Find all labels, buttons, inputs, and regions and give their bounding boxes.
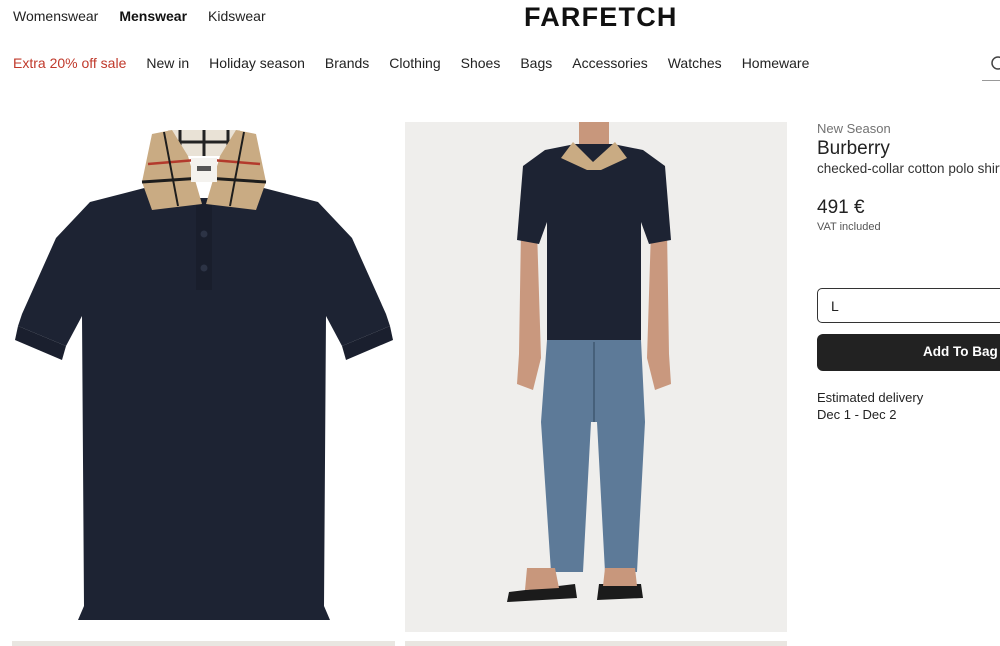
add-to-bag-button[interactable]: Add To Bag bbox=[817, 334, 1000, 371]
department-links: Womenswear Menswear Kidswear bbox=[13, 8, 266, 24]
product-price: 491 € bbox=[817, 197, 865, 218]
dept-menswear[interactable]: Menswear bbox=[119, 8, 187, 24]
product-image-front[interactable] bbox=[12, 120, 395, 632]
nav-homeware[interactable]: Homeware bbox=[742, 55, 810, 71]
nav-watches[interactable]: Watches bbox=[668, 55, 722, 71]
dept-womenswear[interactable]: Womenswear bbox=[13, 8, 98, 24]
season-label: New Season bbox=[817, 121, 891, 136]
nav-bags[interactable]: Bags bbox=[520, 55, 552, 71]
brand-name[interactable]: Burberry bbox=[817, 138, 890, 160]
nav-new-in[interactable]: New in bbox=[146, 55, 189, 71]
nav-shoes[interactable]: Shoes bbox=[461, 55, 501, 71]
search-icon[interactable] bbox=[990, 55, 1000, 73]
farfetch-logo[interactable]: FARFETCH bbox=[524, 2, 678, 33]
nav-accessories[interactable]: Accessories bbox=[572, 55, 647, 71]
product-image-model[interactable] bbox=[405, 122, 787, 632]
delivery-dates: Dec 1 - Dec 2 bbox=[817, 407, 897, 422]
product-image-thumb-3[interactable] bbox=[12, 641, 395, 646]
nav-holiday-season[interactable]: Holiday season bbox=[209, 55, 305, 71]
vat-note: VAT included bbox=[817, 221, 881, 233]
product-name: checked-collar cotton polo shirt bbox=[817, 161, 1000, 176]
size-select[interactable]: L bbox=[817, 288, 1000, 323]
delivery-label: Estimated delivery bbox=[817, 390, 924, 405]
nav-clothing[interactable]: Clothing bbox=[389, 55, 440, 71]
nav-brands[interactable]: Brands bbox=[325, 55, 369, 71]
size-value: L bbox=[831, 298, 839, 314]
add-to-bag-label: Add To Bag bbox=[923, 344, 998, 359]
search-underline bbox=[982, 80, 1000, 81]
dept-kidswear[interactable]: Kidswear bbox=[208, 8, 266, 24]
main-nav: Extra 20% off sale New in Holiday season… bbox=[13, 55, 829, 71]
product-image-thumb-4[interactable] bbox=[405, 641, 787, 646]
nav-sale[interactable]: Extra 20% off sale bbox=[13, 55, 126, 71]
